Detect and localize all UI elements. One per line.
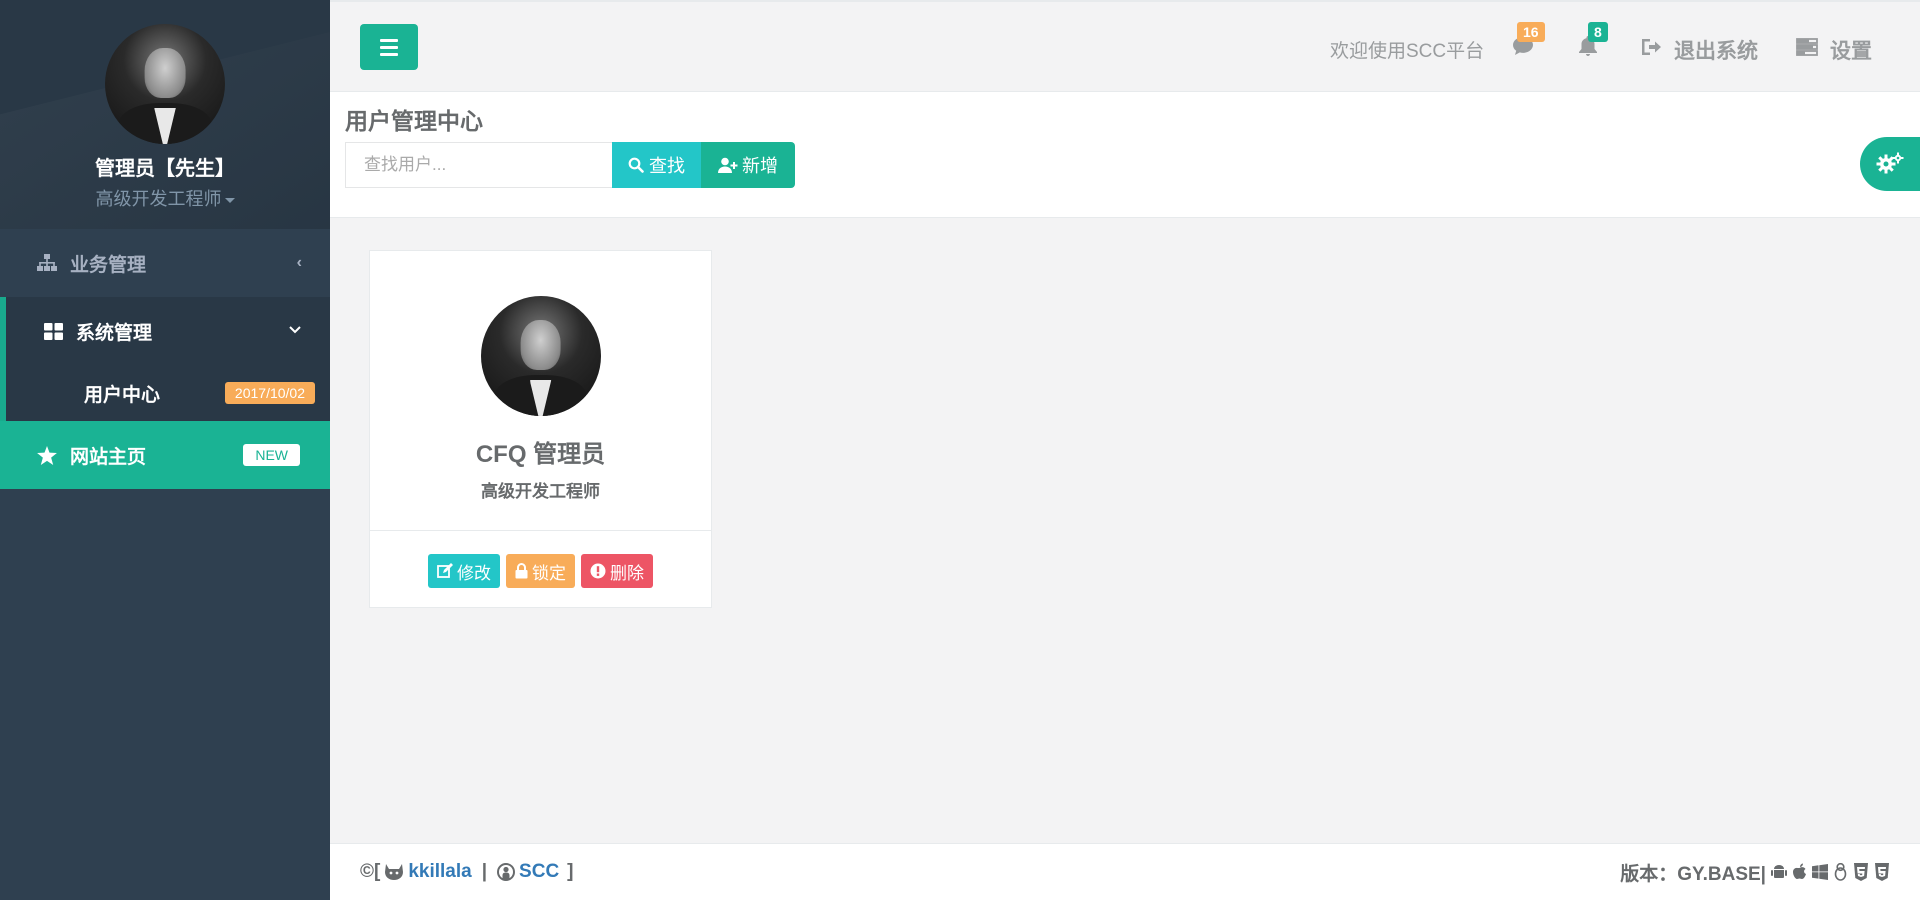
th-large-icon	[42, 320, 64, 342]
top-navbar: 欢迎使用SCC平台 16 8 退出系统 设置	[330, 0, 1920, 92]
footer-credits: ©[ kkillala | SCC ]	[360, 861, 574, 883]
star-icon	[36, 444, 58, 466]
alerts-count-badge: 8	[1588, 22, 1608, 42]
user-card-actions: 修改 锁定 删除	[370, 531, 711, 588]
github-icon	[497, 863, 516, 881]
tasks-icon	[1796, 37, 1818, 63]
windows-icon	[1812, 864, 1828, 880]
search-icon	[628, 157, 644, 173]
lock-icon	[515, 563, 528, 579]
user-role: 高级开发工程师	[481, 482, 600, 501]
sidebar: 管理员【先生】 高级开发工程师 业务管理 ‹ 系统管理 用户中心 2017/10…	[0, 0, 330, 900]
search-input[interactable]	[345, 142, 613, 188]
welcome-text: 欢迎使用SCC平台	[1330, 41, 1485, 62]
sidebar-item-user-center[interactable]: 用户中心 2017/10/02	[6, 365, 330, 421]
sitemap-icon	[36, 252, 58, 274]
profile-role-label: 高级开发工程师	[95, 189, 222, 209]
user-plus-icon	[718, 157, 738, 173]
sidebar-item-system[interactable]: 系统管理	[6, 297, 330, 365]
css3-icon	[1853, 863, 1869, 881]
sidebar-item-user-center-label: 用户中心	[84, 384, 161, 406]
footer-separator: |	[481, 861, 488, 882]
search-button[interactable]: 查找	[612, 142, 701, 188]
footer-version: 版本：GY.BASE|	[1620, 859, 1890, 886]
user-avatar	[480, 296, 601, 416]
edit-user-button[interactable]: 修改	[428, 554, 500, 588]
sidebar-group-system: 系统管理 用户中心 2017/10/02	[0, 297, 330, 421]
settings-link[interactable]: 设置	[1796, 35, 1872, 65]
footer: ©[ kkillala | SCC ] 版本：GY.BASE|	[330, 843, 1920, 900]
gears-icon	[1875, 151, 1905, 177]
sidebar-item-business-label: 业务管理	[70, 254, 147, 276]
user-name: CFQ 管理员	[475, 441, 606, 468]
author-link[interactable]: kkillala	[408, 861, 471, 883]
logout-label: 退出系统	[1674, 40, 1758, 63]
date-badge: 2017/10/02	[224, 382, 315, 404]
delete-user-label: 删除	[610, 563, 644, 583]
sign-out-icon	[1640, 37, 1662, 63]
sidebar-item-system-label: 系统管理	[76, 322, 153, 344]
gitlab-icon	[384, 863, 404, 881]
profile-role-dropdown[interactable]: 高级开发工程师	[0, 185, 330, 211]
sidebar-item-business[interactable]: 业务管理 ‹	[0, 229, 330, 297]
chevron-left-icon: ‹	[296, 254, 302, 271]
new-badge: NEW	[243, 444, 300, 466]
copyright-text: ©[	[360, 861, 381, 882]
menu-toggle-button[interactable]	[360, 24, 418, 70]
messages-count-badge: 16	[1517, 22, 1545, 42]
page-title: 用户管理中心	[345, 108, 483, 134]
add-user-button[interactable]: 新增	[701, 142, 795, 188]
page-header: 用户管理中心 查找 新增	[330, 92, 1920, 218]
profile-name: 管理员【先生】	[95, 158, 235, 180]
linux-icon	[1833, 863, 1848, 881]
sidebar-item-home-label: 网站主页	[70, 446, 147, 468]
edit-user-label: 修改	[457, 563, 491, 583]
lock-user-button[interactable]: 锁定	[506, 554, 575, 588]
user-card-body: CFQ 管理员 高级开发工程师	[370, 251, 711, 531]
exclamation-circle-icon	[590, 563, 606, 579]
version-text: 版本：GY.BASE|	[1620, 863, 1766, 885]
search-button-label: 查找	[649, 156, 685, 176]
edit-icon	[437, 563, 453, 579]
footer-bracket: ]	[567, 861, 574, 882]
theme-settings-button[interactable]	[1860, 137, 1920, 191]
caret-down-icon	[224, 197, 235, 203]
chevron-down-icon	[288, 322, 302, 340]
sidebar-item-home[interactable]: 网站主页 NEW	[0, 421, 330, 489]
project-link[interactable]: SCC	[519, 861, 559, 883]
sidebar-profile: 管理员【先生】 高级开发工程师	[0, 0, 330, 229]
apple-icon	[1792, 863, 1807, 881]
html5-icon	[1874, 863, 1890, 881]
lock-user-label: 锁定	[532, 563, 566, 583]
android-icon	[1771, 863, 1787, 881]
delete-user-button[interactable]: 删除	[581, 554, 653, 588]
add-user-button-label: 新增	[742, 156, 778, 176]
logout-link[interactable]: 退出系统	[1640, 35, 1758, 65]
user-card: CFQ 管理员 高级开发工程师 修改 锁定 删除	[369, 250, 712, 608]
profile-avatar[interactable]	[105, 24, 225, 144]
settings-label: 设置	[1830, 40, 1872, 63]
